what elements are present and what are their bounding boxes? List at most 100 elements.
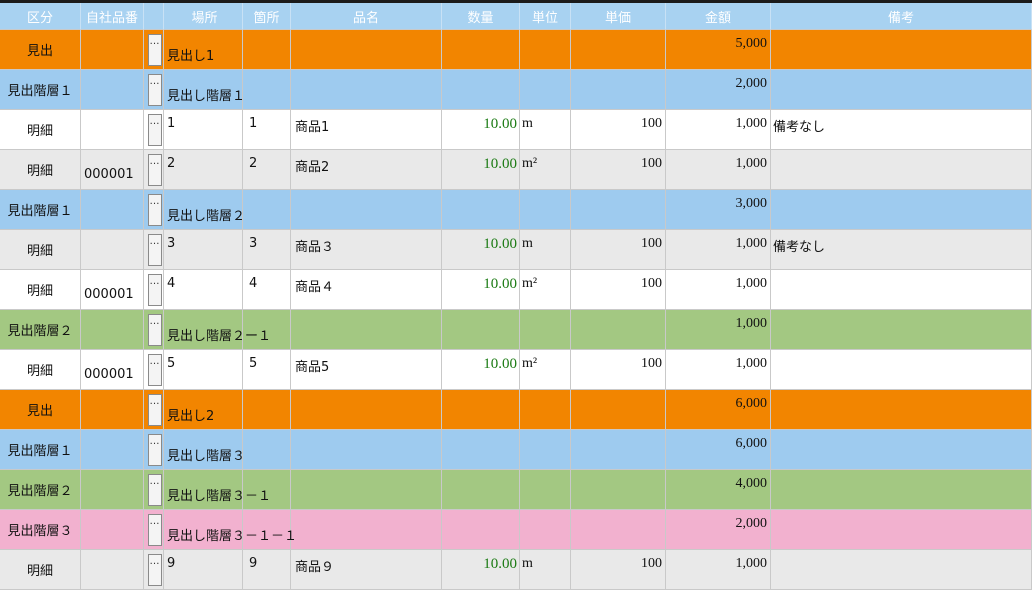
detail-row[interactable]: 明細… 3 3 商品３ 10.00 m 100 1,000 備考なし bbox=[0, 230, 1032, 270]
row-basho[interactable]: 見出し階層３－１ bbox=[164, 470, 271, 510]
row-basho[interactable]: 3 bbox=[164, 230, 243, 270]
row-hinmei[interactable] bbox=[291, 70, 442, 110]
row-kingaku[interactable]: 1,000 bbox=[666, 550, 771, 590]
row-basho[interactable]: 5 bbox=[164, 350, 243, 390]
row-kingaku[interactable]: 1,000 bbox=[666, 230, 771, 270]
row-kingaku[interactable]: 6,000 bbox=[666, 430, 771, 470]
row-kingaku[interactable]: 4,000 bbox=[666, 470, 771, 510]
row-biko[interactable] bbox=[771, 430, 1032, 470]
row-basho[interactable]: 見出し階層１ bbox=[164, 70, 245, 110]
row-kubun[interactable]: 見出階層１ bbox=[0, 70, 81, 110]
header-hinban[interactable]: 自社品番 bbox=[81, 3, 144, 30]
row-tanka[interactable]: 100 bbox=[571, 270, 666, 310]
ellipsis-button[interactable]: … bbox=[147, 153, 162, 186]
row-tanka[interactable]: 100 bbox=[571, 110, 666, 150]
row-tanka[interactable] bbox=[571, 470, 666, 510]
heading-row[interactable]: 見出階層２ … 見出し階層２ー１ 1,000 bbox=[0, 310, 1032, 350]
row-hinmei[interactable] bbox=[291, 310, 442, 350]
row-hinban[interactable] bbox=[81, 190, 144, 230]
row-tanka[interactable] bbox=[571, 390, 666, 430]
row-suryo[interactable] bbox=[442, 310, 520, 350]
ellipsis-button[interactable]: … bbox=[147, 353, 162, 386]
row-biko[interactable] bbox=[771, 470, 1032, 510]
header-hinmei[interactable]: 品名 bbox=[291, 3, 442, 30]
row-kingaku[interactable]: 2,000 bbox=[666, 70, 771, 110]
row-tanka[interactable] bbox=[571, 510, 666, 550]
heading-row[interactable]: 見出 … 見出し2 6,000 bbox=[0, 390, 1032, 430]
row-hinban[interactable] bbox=[81, 550, 144, 590]
row-kubun[interactable]: 見出 bbox=[0, 30, 81, 70]
row-suryo[interactable] bbox=[442, 390, 520, 430]
row-basho[interactable]: 見出し階層３－１－１ bbox=[164, 510, 297, 550]
row-tani[interactable] bbox=[520, 190, 571, 230]
row-hinmei[interactable] bbox=[291, 510, 442, 550]
row-hinban[interactable] bbox=[81, 510, 144, 550]
row-kubun[interactable]: 明細 bbox=[0, 270, 81, 310]
row-tani[interactable]: m bbox=[520, 550, 571, 590]
row-kubun[interactable]: 見出階層２ bbox=[0, 470, 81, 510]
row-tani[interactable]: m bbox=[520, 110, 571, 150]
row-hinban[interactable]: 000001 bbox=[81, 150, 144, 190]
ellipsis-button[interactable]: … bbox=[147, 513, 162, 546]
row-suryo[interactable] bbox=[442, 70, 520, 110]
row-tanka[interactable] bbox=[571, 190, 666, 230]
row-tanka[interactable]: 100 bbox=[571, 550, 666, 590]
row-suryo[interactable] bbox=[442, 470, 520, 510]
row-hinban[interactable] bbox=[81, 230, 144, 270]
row-hinmei[interactable] bbox=[291, 390, 442, 430]
header-tani[interactable]: 単位 bbox=[520, 3, 571, 30]
row-tani[interactable] bbox=[520, 70, 571, 110]
row-kingaku[interactable]: 1,000 bbox=[666, 110, 771, 150]
row-biko[interactable] bbox=[771, 350, 1032, 390]
row-kasho[interactable] bbox=[243, 190, 291, 230]
row-suryo[interactable] bbox=[442, 510, 520, 550]
row-hinmei[interactable]: 商品5 bbox=[291, 350, 442, 390]
row-hinban[interactable] bbox=[81, 470, 144, 510]
heading-row[interactable]: 見出階層３ … 見出し階層３－１－１ 2,000 bbox=[0, 510, 1032, 550]
row-tani[interactable]: m² bbox=[520, 270, 571, 310]
row-kingaku[interactable]: 1,000 bbox=[666, 270, 771, 310]
row-hinban[interactable] bbox=[81, 30, 144, 70]
row-kasho[interactable]: 9 bbox=[243, 550, 291, 590]
ellipsis-button[interactable]: … bbox=[147, 313, 162, 346]
row-kingaku[interactable]: 5,000 bbox=[666, 30, 771, 70]
row-tanka[interactable] bbox=[571, 430, 666, 470]
header-suryo[interactable]: 数量 bbox=[442, 3, 520, 30]
heading-row[interactable]: 見出階層１ … 見出し階層２ 3,000 bbox=[0, 190, 1032, 230]
row-basho[interactable]: 見出し階層３ bbox=[164, 430, 245, 470]
ellipsis-button[interactable]: … bbox=[147, 553, 162, 586]
row-kasho[interactable]: 3 bbox=[243, 230, 291, 270]
row-suryo[interactable] bbox=[442, 190, 520, 230]
row-basho[interactable]: 1 bbox=[164, 110, 243, 150]
header-kingaku[interactable]: 金額 bbox=[666, 3, 771, 30]
row-basho[interactable]: 見出し階層２ bbox=[164, 190, 245, 230]
row-biko[interactable] bbox=[771, 150, 1032, 190]
row-hinban[interactable] bbox=[81, 70, 144, 110]
row-kasho[interactable] bbox=[243, 30, 291, 70]
row-biko[interactable]: 備考なし bbox=[771, 230, 1032, 270]
row-tanka[interactable]: 100 bbox=[571, 350, 666, 390]
row-suryo[interactable] bbox=[442, 430, 520, 470]
row-hinmei[interactable] bbox=[291, 470, 442, 510]
row-tani[interactable] bbox=[520, 310, 571, 350]
row-hinmei[interactable]: 商品９ bbox=[291, 550, 442, 590]
row-hinmei[interactable]: 商品1 bbox=[291, 110, 442, 150]
row-basho[interactable]: 4 bbox=[164, 270, 243, 310]
row-kubun[interactable]: 見出階層１ bbox=[0, 430, 81, 470]
row-suryo[interactable]: 10.00 bbox=[442, 110, 520, 150]
row-kubun[interactable]: 明細 bbox=[0, 350, 81, 390]
row-biko[interactable] bbox=[771, 270, 1032, 310]
row-basho[interactable]: 見出し2 bbox=[164, 390, 243, 430]
detail-row[interactable]: 明細 000001… 2 2 商品2 10.00 m² 100 1,000 bbox=[0, 150, 1032, 190]
row-basho[interactable]: 2 bbox=[164, 150, 243, 190]
row-tani[interactable] bbox=[520, 30, 571, 70]
detail-row[interactable]: 明細 000001… 4 4 商品４ 10.00 m² 100 1,000 bbox=[0, 270, 1032, 310]
row-hinmei[interactable] bbox=[291, 190, 442, 230]
row-kingaku[interactable]: 1,000 bbox=[666, 310, 771, 350]
row-suryo[interactable]: 10.00 bbox=[442, 550, 520, 590]
row-tanka[interactable] bbox=[571, 70, 666, 110]
row-biko[interactable] bbox=[771, 310, 1032, 350]
row-suryo[interactable]: 10.00 bbox=[442, 150, 520, 190]
row-biko[interactable] bbox=[771, 390, 1032, 430]
header-kasho[interactable]: 箇所 bbox=[243, 3, 291, 30]
